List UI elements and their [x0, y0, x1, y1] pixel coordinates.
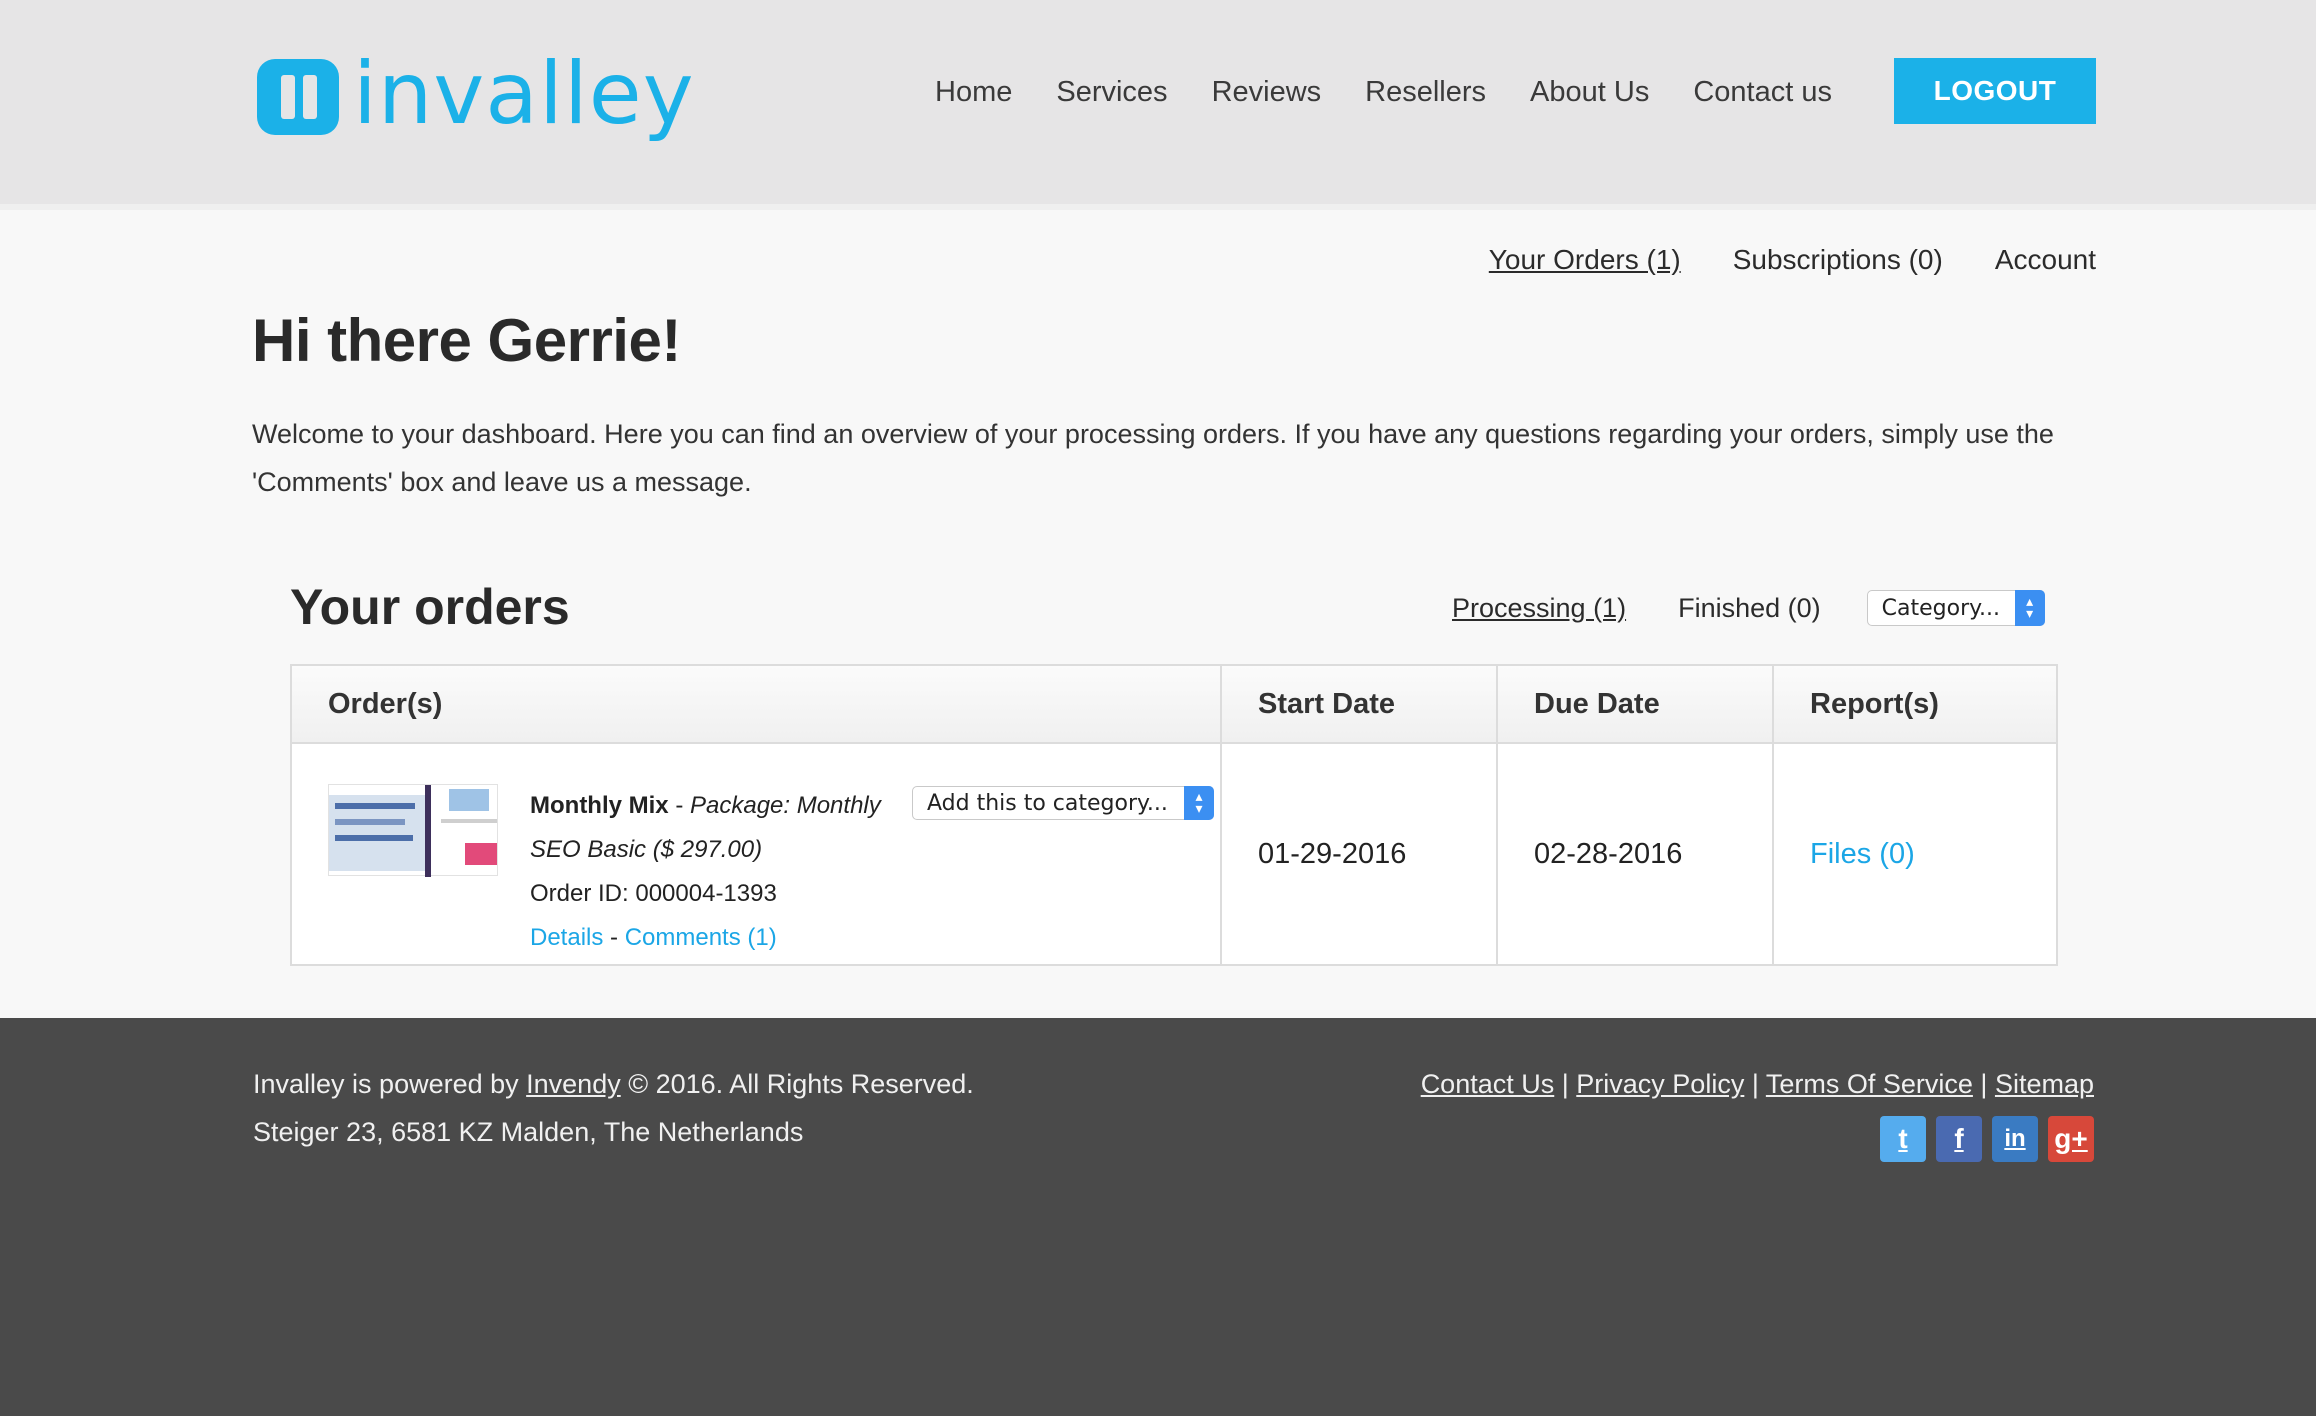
- order-files-link[interactable]: Files (0): [1774, 744, 2056, 964]
- filter-processing[interactable]: Processing (1): [1452, 593, 1626, 624]
- nav-contact-us[interactable]: Contact us: [1693, 68, 1832, 116]
- footer-copyright: © 2016. All Rights Reserved.: [620, 1069, 974, 1099]
- order-cell: Monthly Mix - Package: Monthly SEO Basic…: [292, 744, 1222, 964]
- invalley-logo[interactable]: invalley: [257, 44, 695, 144]
- order-link-separator: -: [603, 924, 625, 951]
- twitter-icon[interactable]: t: [1880, 1116, 1926, 1162]
- order-filters: Processing (1) Finished (0) Category... …: [1452, 590, 2045, 626]
- footer-invendy-link[interactable]: Invendy: [526, 1069, 621, 1099]
- nav-resellers[interactable]: Resellers: [1365, 68, 1486, 116]
- footer-link-separator: |: [1554, 1069, 1577, 1099]
- select-arrows-icon: ▴ ▾: [1184, 786, 1214, 820]
- footer-privacy-policy[interactable]: Privacy Policy: [1576, 1069, 1744, 1099]
- category-select-value: Category...: [1881, 595, 2000, 621]
- footer-link-separator: |: [1744, 1069, 1766, 1099]
- column-header-orders[interactable]: Order(s): [292, 666, 1222, 742]
- footer-address: Steiger 23, 6581 KZ Malden, The Netherla…: [253, 1117, 804, 1147]
- nav-services[interactable]: Services: [1056, 68, 1167, 116]
- site-header: invalley Home Services Reviews Resellers…: [0, 0, 2316, 210]
- filter-finished[interactable]: Finished (0): [1678, 593, 1821, 624]
- order-thumbnail[interactable]: [328, 784, 498, 877]
- nav-reviews[interactable]: Reviews: [1212, 68, 1322, 116]
- order-name-separator: -: [668, 792, 690, 819]
- nav-home[interactable]: Home: [935, 68, 1012, 116]
- footer-terms-of-service[interactable]: Terms Of Service: [1766, 1069, 1973, 1099]
- footer-sitemap[interactable]: Sitemap: [1995, 1069, 2094, 1099]
- invalley-logo-icon: [257, 59, 339, 135]
- linkedin-icon[interactable]: in: [1992, 1116, 2038, 1162]
- table-row: Monthly Mix - Package: Monthly SEO Basic…: [292, 744, 2056, 964]
- order-id: Order ID: 000004-1393: [530, 880, 777, 907]
- order-name: Monthly Mix: [530, 792, 669, 819]
- orders-table: Order(s) Start Date Due Date Report(s) M…: [290, 664, 2058, 966]
- welcome-text: Welcome to your dashboard. Here you can …: [252, 419, 2054, 497]
- footer-info: Invalley is powered by Invendy © 2016. A…: [253, 1060, 974, 1156]
- subnav-account[interactable]: Account: [1995, 242, 2096, 278]
- order-comments-link[interactable]: Comments (1): [625, 924, 777, 951]
- orders-heading: Your orders: [290, 579, 570, 635]
- account-subnav: Your Orders (1) Subscriptions (0) Accoun…: [1489, 242, 2096, 278]
- order-details-link[interactable]: Details: [530, 924, 603, 951]
- add-to-category-value: Add this to category...: [927, 790, 1168, 816]
- google-plus-icon[interactable]: g+: [2048, 1116, 2094, 1162]
- footer-link-separator: |: [1972, 1069, 1995, 1099]
- column-header-due-date[interactable]: Due Date: [1498, 666, 1774, 742]
- nav-about-us[interactable]: About Us: [1530, 68, 1649, 116]
- order-due-date: 02-28-2016: [1498, 744, 1774, 964]
- table-header: Order(s) Start Date Due Date Report(s): [292, 666, 2056, 744]
- main-nav: Home Services Reviews Resellers About Us…: [935, 68, 1876, 116]
- page-title: Hi there Gerrie!: [252, 307, 681, 374]
- social-links: t f in g+: [1880, 1116, 2094, 1162]
- footer-links: Contact Us | Privacy Policy | Terms Of S…: [1421, 1060, 2094, 1108]
- footer-powered-prefix: Invalley is powered by: [253, 1069, 527, 1099]
- order-info: Monthly Mix - Package: Monthly SEO Basic…: [530, 784, 900, 960]
- logo-text: invalley: [353, 44, 695, 144]
- order-start-date: 01-29-2016: [1222, 744, 1498, 964]
- add-to-category-select[interactable]: Add this to category... ▴ ▾: [912, 786, 1214, 820]
- subnav-your-orders[interactable]: Your Orders (1): [1489, 242, 1681, 278]
- column-header-reports[interactable]: Report(s): [1774, 666, 2056, 742]
- facebook-icon[interactable]: f: [1936, 1116, 1982, 1162]
- logout-button[interactable]: LOGOUT: [1894, 58, 2096, 124]
- footer-contact-us[interactable]: Contact Us: [1421, 1069, 1555, 1099]
- subnav-subscriptions[interactable]: Subscriptions (0): [1733, 242, 1943, 278]
- site-footer: Invalley is powered by Invendy © 2016. A…: [0, 1018, 2316, 1416]
- column-header-start-date[interactable]: Start Date: [1222, 666, 1498, 742]
- select-arrows-icon: ▴ ▾: [2014, 590, 2045, 626]
- category-select[interactable]: Category... ▴ ▾: [1866, 590, 2045, 626]
